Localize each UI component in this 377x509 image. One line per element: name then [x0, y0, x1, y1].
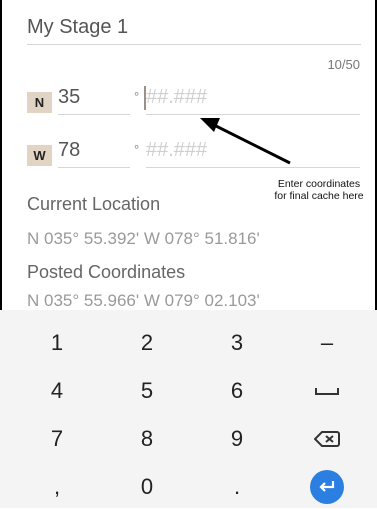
posted-coordinates-label: Posted Coordinates [27, 262, 186, 282]
longitude-degrees-input[interactable]: 78 [58, 139, 130, 168]
key-enter[interactable] [282, 464, 372, 509]
key-6[interactable]: 6 [192, 368, 282, 413]
enter-button[interactable] [310, 469, 344, 504]
key-4[interactable]: 4 [12, 368, 102, 413]
key-3[interactable]: 3 [192, 320, 282, 365]
longitude-degree-symbol: ° [134, 142, 140, 157]
annotation-line-2: for final cache here [274, 190, 364, 202]
key-backspace[interactable] [282, 416, 372, 461]
key-period[interactable]: . [192, 464, 282, 509]
latitude-degrees-input[interactable]: 35 [58, 86, 130, 115]
annotation-line-1: Enter coordinates [277, 178, 361, 190]
annotation-arrow [200, 118, 291, 165]
key-1[interactable]: 1 [12, 320, 102, 365]
current-location-label: Current Location [27, 194, 161, 214]
key-9[interactable]: 9 [192, 416, 282, 461]
title-char-counter: 10/50 [327, 57, 360, 72]
posted-coordinates-value[interactable]: N 035° 55.966' W 079° 02.103' [27, 291, 260, 311]
current-location-value[interactable]: N 035° 55.392' W 078° 51.816' [27, 229, 260, 249]
space-icon [315, 387, 339, 395]
key-5[interactable]: 5 [102, 368, 192, 413]
numeric-keyboard: 1 2 3 – 4 5 6 7 8 9 , 0 . [0, 310, 377, 508]
key-8[interactable]: 8 [102, 416, 192, 461]
latitude-direction-toggle[interactable]: N [27, 92, 52, 113]
key-7[interactable]: 7 [12, 416, 102, 461]
backspace-icon [314, 430, 340, 447]
key-0[interactable]: 0 [102, 464, 192, 509]
latitude-degree-symbol: ° [134, 89, 140, 104]
key-2[interactable]: 2 [102, 320, 192, 365]
stage-title-input[interactable]: My Stage 1 [27, 16, 361, 45]
key-comma[interactable]: , [12, 464, 102, 509]
key-minus[interactable]: – [282, 320, 372, 365]
key-space[interactable] [282, 368, 372, 413]
longitude-direction-toggle[interactable]: W [27, 145, 52, 166]
annotation-text: Enter coordinates for final cache here [263, 178, 375, 202]
enter-icon [319, 480, 335, 492]
